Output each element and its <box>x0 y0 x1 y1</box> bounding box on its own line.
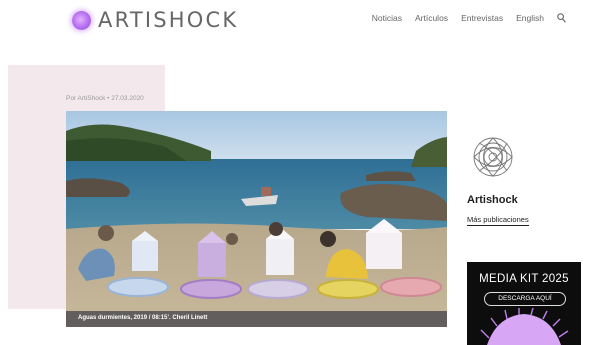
media-kit-ad[interactable]: MEDIA KIT 2025 DESCARGA AQUÍ <box>467 262 581 345</box>
author-avatar[interactable] <box>472 136 514 178</box>
search-icon[interactable] <box>557 13 566 23</box>
ad-button-label: DESCARGA AQUÍ <box>498 295 552 302</box>
nav-item-noticias[interactable]: Noticias <box>372 13 402 23</box>
spiral-logo-icon <box>473 137 513 177</box>
hero-image[interactable]: Aguas durmientes, 2019 / 08:15’. Cheril … <box>66 111 447 327</box>
logo-orb-icon <box>72 10 91 30</box>
beach-photo <box>66 111 447 327</box>
hero-caption-bar: Aguas durmientes, 2019 / 08:15’. Cheril … <box>66 311 447 327</box>
nav-item-entrevistas[interactable]: Entrevistas <box>461 13 503 23</box>
nav-item-articulos[interactable]: Artículos <box>415 13 448 23</box>
article-byline: Por ArtiShock • 27.03.2020 <box>66 95 144 102</box>
site-logo[interactable]: ARTISHOCK <box>72 8 238 32</box>
hero-caption: Aguas durmientes, 2019 / 08:15’. Cheril … <box>78 315 208 321</box>
more-posts-link[interactable]: Más publicaciones <box>467 215 529 226</box>
ad-download-button[interactable]: DESCARGA AQUÍ <box>484 292 566 306</box>
site-brand-name: ARTISHOCK <box>98 8 239 32</box>
author-name: Artishock <box>467 194 518 206</box>
ad-title: MEDIA KIT 2025 <box>479 273 569 285</box>
main-nav: Noticias Artículos Entrevistas English <box>359 13 566 23</box>
nav-item-english[interactable]: English <box>516 13 544 23</box>
ad-decoration <box>480 308 569 345</box>
